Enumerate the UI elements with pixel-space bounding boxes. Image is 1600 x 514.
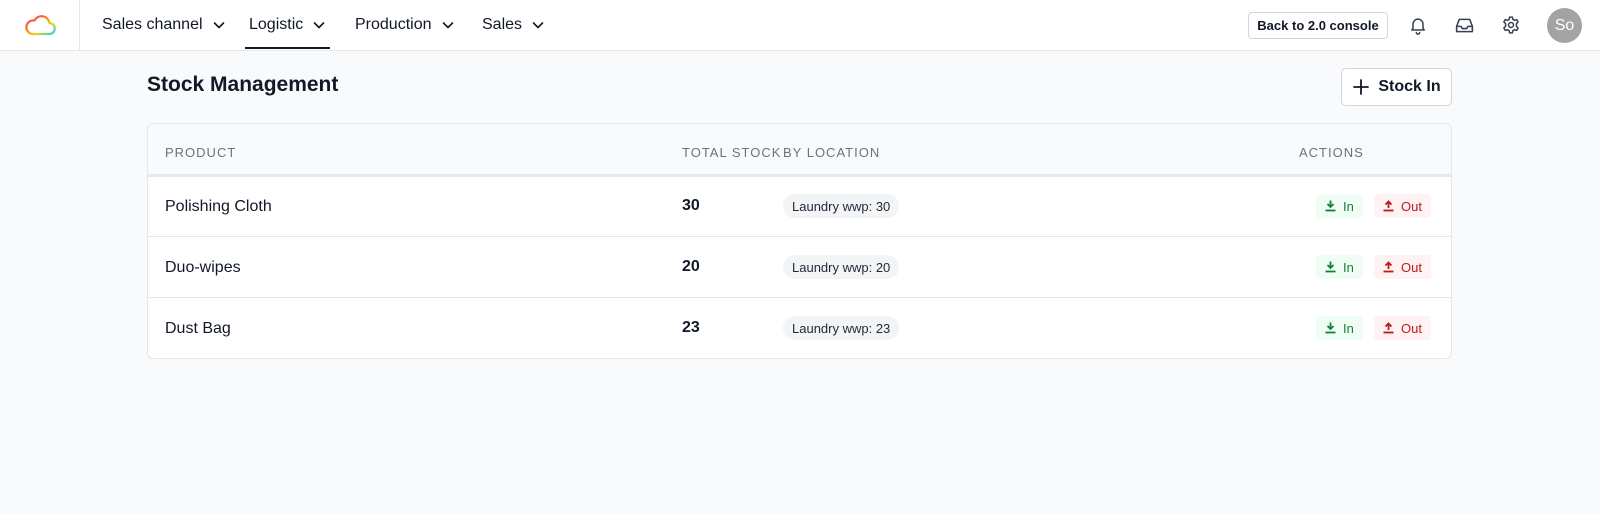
stock-table: PRODUCT TOTAL STOCK BY LOCATION ACTIONS … — [147, 123, 1452, 359]
stock-in-action-button[interactable]: In — [1316, 316, 1363, 340]
nav-item-label: Sales channel — [102, 16, 203, 33]
location-badge: Laundry wwp: 30 — [783, 194, 900, 218]
out-label: Out — [1401, 198, 1422, 214]
download-icon — [1325, 261, 1336, 273]
download-icon — [1325, 200, 1336, 212]
back-to-console-button[interactable]: Back to 2.0 console — [1248, 12, 1388, 39]
stock-in-label: Stock In — [1378, 78, 1441, 95]
logo-area[interactable] — [0, 0, 80, 50]
chevron-down-icon — [532, 22, 544, 29]
notifications-button[interactable] — [1406, 13, 1430, 37]
gear-icon — [1503, 16, 1519, 34]
in-label: In — [1343, 259, 1354, 275]
stock-out-action-button[interactable]: Out — [1374, 194, 1431, 218]
table-row: Duo-wipes 20 Laundry wwp: 20 In Out — [148, 238, 1451, 298]
stock-in-action-button[interactable]: In — [1316, 255, 1363, 279]
nav-item-label: Sales — [482, 16, 523, 33]
inbox-icon — [1455, 18, 1473, 32]
location-badge: Laundry wwp: 20 — [783, 255, 900, 279]
nav-item-logistic[interactable]: Logistic — [244, 0, 331, 50]
table-row: Dust Bag 23 Laundry wwp: 23 In Out — [148, 299, 1451, 358]
nav-item-production[interactable]: Production — [355, 0, 455, 50]
stock-in-action-button[interactable]: In — [1316, 194, 1363, 218]
download-icon — [1325, 322, 1336, 334]
in-label: In — [1343, 198, 1354, 214]
chevron-down-icon — [442, 22, 453, 29]
column-header-product: PRODUCT — [165, 145, 237, 160]
settings-button[interactable] — [1499, 13, 1523, 37]
total-stock-value: 20 — [682, 258, 700, 275]
product-name: Dust Bag — [165, 320, 231, 337]
out-label: Out — [1401, 320, 1422, 336]
column-header-total-stock: TOTAL STOCK — [682, 145, 782, 160]
cloud-logo-icon — [24, 15, 56, 36]
location-badge: Laundry wwp: 23 — [783, 316, 900, 340]
chevron-down-icon — [313, 22, 325, 29]
nav-item-sales-channel[interactable]: Sales channel — [102, 0, 226, 50]
product-name: Polishing Cloth — [165, 198, 272, 215]
total-stock-value: 23 — [682, 319, 700, 336]
column-header-by-location: BY LOCATION — [783, 145, 881, 160]
in-label: In — [1343, 320, 1354, 336]
bell-icon — [1411, 18, 1425, 35]
inbox-button[interactable] — [1452, 13, 1476, 37]
upload-icon — [1383, 322, 1394, 334]
user-avatar[interactable]: So — [1547, 8, 1582, 43]
stock-out-action-button[interactable]: Out — [1374, 316, 1431, 340]
out-label: Out — [1401, 259, 1422, 275]
page-title: Stock Management — [147, 73, 339, 96]
upload-icon — [1383, 261, 1394, 273]
plus-icon — [1353, 79, 1370, 95]
stock-out-action-button[interactable]: Out — [1374, 255, 1431, 279]
column-header-actions: ACTIONS — [1299, 145, 1364, 160]
product-name: Duo-wipes — [165, 259, 241, 276]
total-stock-value: 30 — [682, 197, 700, 214]
nav-item-sales[interactable]: Sales — [482, 0, 545, 50]
table-row: Polishing Cloth 30 Laundry wwp: 30 In Ou… — [148, 177, 1451, 237]
upload-icon — [1383, 200, 1394, 212]
stock-in-button[interactable]: Stock In — [1341, 68, 1452, 106]
chevron-down-icon — [213, 22, 224, 29]
nav-item-label: Production — [355, 16, 432, 33]
table-header: PRODUCT TOTAL STOCK BY LOCATION ACTIONS — [148, 124, 1451, 177]
nav-item-label: Logistic — [249, 16, 304, 33]
top-navigation-bar: Sales channel Logistic Production Sales … — [0, 0, 1600, 51]
